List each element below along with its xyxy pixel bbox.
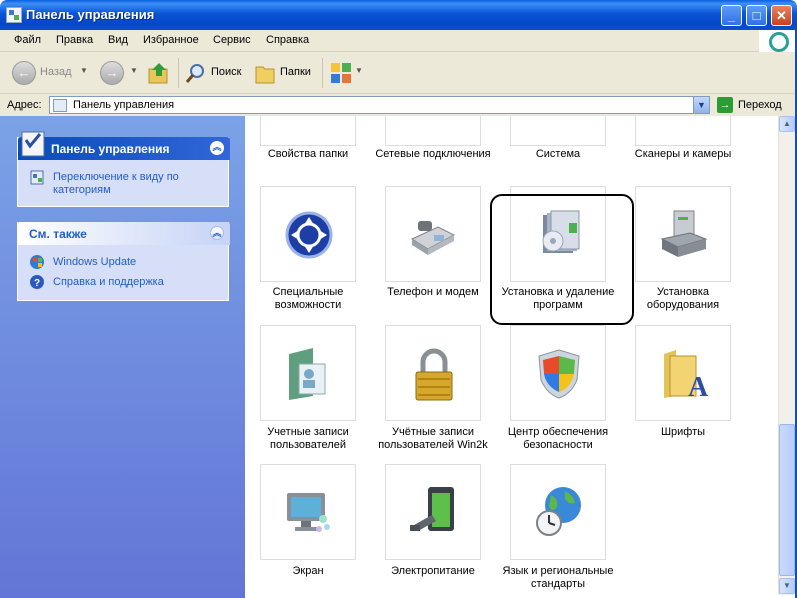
item-label-network-connections[interactable]: Сетевые подключения <box>370 148 496 161</box>
address-value[interactable]: Панель управления <box>73 99 174 111</box>
display-tile[interactable] <box>260 464 356 560</box>
scroll-up-icon[interactable]: ▲ <box>779 116 795 132</box>
control-panel-checklist-icon <box>21 131 45 157</box>
search-button-label[interactable]: Поиск <box>211 66 241 78</box>
item-label-add-hardware[interactable]: Установка оборудования <box>620 286 746 312</box>
svg-text:?: ? <box>34 278 40 289</box>
item-label-power-options[interactable]: Электропитание <box>370 565 496 578</box>
add-hardware-icon <box>660 210 708 257</box>
svg-text:A: A <box>688 372 708 400</box>
accessibility-icon <box>285 211 333 259</box>
vertical-scrollbar[interactable]: ▲ ▼ <box>778 116 795 595</box>
forward-dropdown-icon[interactable]: ▼ <box>130 66 138 75</box>
globe-clock-icon <box>536 487 581 536</box>
switch-category-view-label[interactable]: Переключение к виду по категориям <box>53 171 223 197</box>
item-label-accessibility[interactable]: Специальные возможности <box>245 286 371 312</box>
padlock-icon <box>415 348 453 401</box>
phone-modem-tile[interactable] <box>385 186 481 282</box>
panel-header[interactable]: См. также ︽ <box>18 222 230 245</box>
search-icon[interactable] <box>185 62 207 84</box>
help-support-label[interactable]: Справка и поддержка <box>53 276 223 289</box>
user-accounts-tile[interactable] <box>260 325 356 421</box>
help-icon: ? <box>30 275 44 289</box>
address-field[interactable]: Панель управления ▼ <box>49 96 710 114</box>
address-dropdown-icon[interactable]: ▼ <box>693 97 709 113</box>
windows-update-icon <box>30 255 44 269</box>
menu-bar: Файл Правка Вид Избранное Сервис Справка <box>0 30 797 52</box>
windows-update-label[interactable]: Windows Update <box>53 256 223 269</box>
address-bar: Адрес: Панель управления ▼ → Переход <box>0 94 797 116</box>
security-center-tile[interactable] <box>510 325 606 421</box>
win2k-user-accounts-tile[interactable] <box>385 325 481 421</box>
item-label-folder-options[interactable]: Свойства папки <box>245 148 371 161</box>
control-panel-tasks-panel: Панель управления ︽ Переключение к виду … <box>17 131 230 207</box>
item-label-display[interactable]: Экран <box>245 565 371 578</box>
power-battery-icon <box>410 487 454 531</box>
user-accounts-icon <box>289 348 326 400</box>
panel-title: Панель управления <box>51 142 170 156</box>
back-button-label[interactable]: Назад <box>40 66 72 78</box>
item-label-scanners-cameras[interactable]: Сканеры и камеры <box>620 148 746 161</box>
toolbar-separator <box>178 58 179 88</box>
collapse-chevron-icon[interactable]: ︽ <box>210 141 224 155</box>
item-label-system[interactable]: Система <box>495 148 621 161</box>
views-icon[interactable] <box>330 62 352 84</box>
toolbar-separator <box>322 58 323 88</box>
fonts-folder-icon: A <box>664 350 708 400</box>
collapse-chevron-icon[interactable]: ︽ <box>210 226 224 240</box>
menu-view[interactable]: Вид <box>108 34 128 46</box>
maximize-button[interactable]: □ <box>746 5 767 26</box>
see-also-panel: См. также ︽ Windows Update ? Справка и п… <box>17 222 230 301</box>
power-options-tile[interactable] <box>385 464 481 560</box>
close-button[interactable]: ✕ <box>771 5 792 26</box>
selection-highlight <box>490 194 634 325</box>
address-label: Адрес: <box>7 99 42 111</box>
menu-tools[interactable]: Сервис <box>213 34 251 46</box>
panel-header[interactable]: Панель управления ︽ <box>18 131 230 160</box>
item-label-win2k-user-accounts[interactable]: Учётные записи пользователей Win2k <box>370 426 496 452</box>
toolbar: ← Назад ▼ → ▼ Поиск Папки ▼ <box>0 52 797 94</box>
views-dropdown-icon[interactable]: ▼ <box>355 66 363 75</box>
icon-view: Свойства папки Сетевые подключения Систе… <box>245 116 778 598</box>
category-view-icon <box>30 170 44 185</box>
menu-favorites[interactable]: Избранное <box>143 34 199 46</box>
system-tile[interactable] <box>510 116 606 146</box>
forward-arrow-icon[interactable]: → <box>100 61 124 85</box>
folder-options-tile[interactable] <box>260 116 356 146</box>
regional-settings-tile[interactable] <box>510 464 606 560</box>
scroll-thumb[interactable] <box>779 424 795 576</box>
phone-modem-icon <box>410 221 456 255</box>
item-label-regional-settings[interactable]: Язык и региональные стандарты <box>495 565 621 591</box>
item-label-fonts[interactable]: Шрифты <box>620 426 746 439</box>
item-label-phone-modem[interactable]: Телефон и модем <box>370 286 496 299</box>
windows-logo-icon <box>759 30 797 52</box>
panel-title: См. также <box>29 227 87 241</box>
folders-button-label[interactable]: Папки <box>280 66 311 78</box>
add-hardware-tile[interactable] <box>635 186 731 282</box>
go-arrow-icon[interactable]: → <box>717 97 733 113</box>
up-folder-icon[interactable] <box>148 61 170 85</box>
menu-file[interactable]: Файл <box>14 34 41 46</box>
window-title: Панель управления <box>26 7 155 22</box>
network-connections-tile[interactable] <box>385 116 481 146</box>
scroll-down-icon[interactable]: ▼ <box>779 578 795 594</box>
task-pane: Панель управления ︽ Переключение к виду … <box>0 116 245 598</box>
go-button[interactable]: Переход <box>738 99 782 111</box>
minimize-button[interactable]: _ <box>721 5 742 26</box>
back-dropdown-icon[interactable]: ▼ <box>80 66 88 75</box>
menu-edit[interactable]: Правка <box>56 34 93 46</box>
scanners-cameras-tile[interactable] <box>635 116 731 146</box>
folders-icon[interactable] <box>254 61 276 85</box>
control-panel-icon <box>6 7 22 23</box>
fonts-tile[interactable]: A <box>635 325 731 421</box>
security-center-shield-icon <box>538 349 580 399</box>
display-monitor-icon <box>287 493 330 532</box>
accessibility-tile[interactable] <box>260 186 356 282</box>
item-label-security-center[interactable]: Центр обеспечения безопасности <box>495 426 621 452</box>
title-bar: Панель управления _ □ ✕ <box>0 0 797 30</box>
back-arrow-icon[interactable]: ← <box>12 61 36 85</box>
control-panel-small-icon <box>53 99 67 112</box>
item-label-user-accounts[interactable]: Учетные записи пользователей <box>245 426 371 452</box>
menu-help[interactable]: Справка <box>266 34 309 46</box>
